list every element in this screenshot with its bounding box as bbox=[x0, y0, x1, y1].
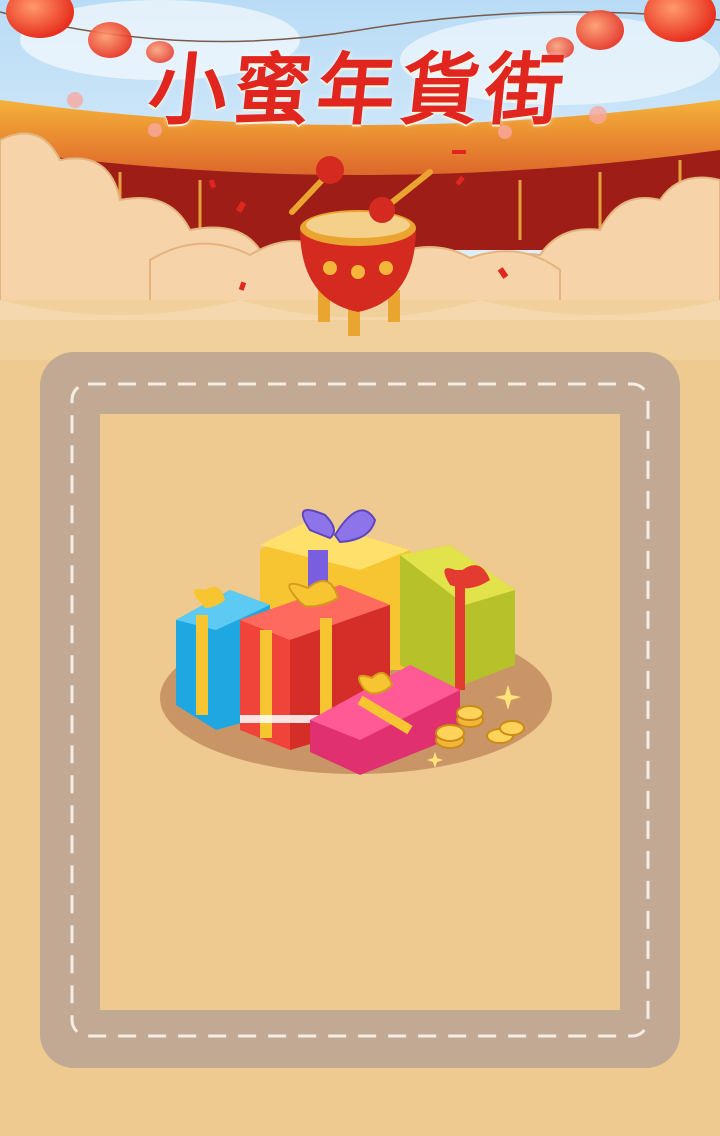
game-screen: 小蜜年貨街 bbox=[0, 0, 720, 1136]
gift-pile-icon bbox=[160, 509, 552, 775]
game-title: 小蜜年貨街 bbox=[144, 45, 575, 136]
gift-box-green bbox=[400, 545, 515, 690]
